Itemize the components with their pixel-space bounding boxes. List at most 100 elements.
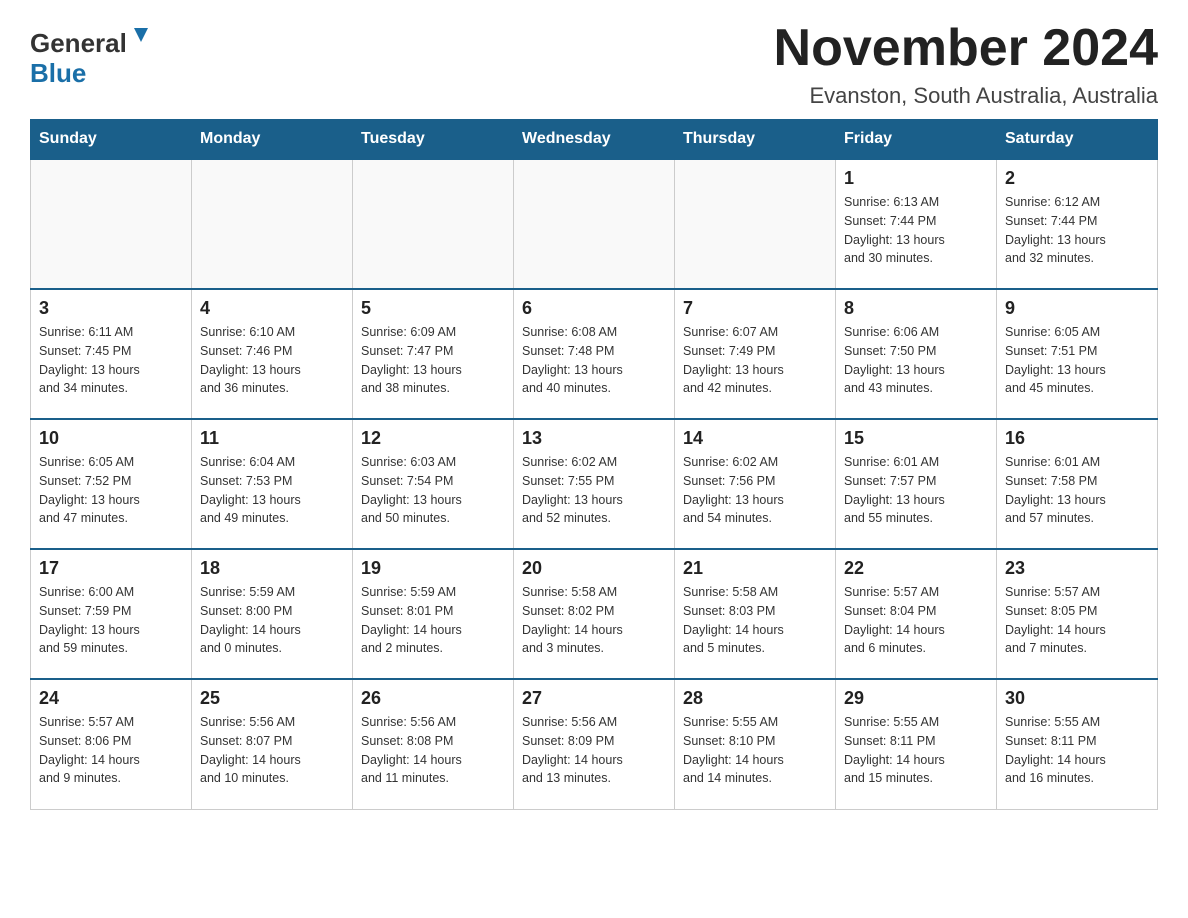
week-row-3: 10 Sunrise: 6:05 AM Sunset: 7:52 PM Dayli… bbox=[31, 419, 1158, 549]
subtitle: Evanston, South Australia, Australia bbox=[774, 83, 1158, 109]
day-info: Sunrise: 6:08 AM Sunset: 7:48 PM Dayligh… bbox=[522, 323, 666, 398]
calendar-cell: 21 Sunrise: 5:58 AM Sunset: 8:03 PM Dayli… bbox=[675, 549, 836, 679]
calendar-cell: 23Sunrise: 5:57 AM Sunset: 8:05 PM Dayli… bbox=[997, 549, 1158, 679]
day-info: Sunrise: 6:00 AM Sunset: 7:59 PM Dayligh… bbox=[39, 583, 183, 658]
calendar-cell bbox=[353, 159, 514, 289]
day-number: 11 bbox=[200, 428, 344, 449]
day-info: Sunrise: 6:12 AM Sunset: 7:44 PM Dayligh… bbox=[1005, 193, 1149, 268]
day-info: Sunrise: 5:55 AM Sunset: 8:11 PM Dayligh… bbox=[1005, 713, 1149, 788]
calendar-cell: 10 Sunrise: 6:05 AM Sunset: 7:52 PM Dayli… bbox=[31, 419, 192, 549]
calendar-cell bbox=[514, 159, 675, 289]
day-info: Sunrise: 6:13 AM Sunset: 7:44 PM Dayligh… bbox=[844, 193, 988, 268]
day-info: Sunrise: 5:57 AM Sunset: 8:04 PM Dayligh… bbox=[844, 583, 988, 658]
week-row-5: 24Sunrise: 5:57 AM Sunset: 8:06 PM Dayli… bbox=[31, 679, 1158, 809]
col-sunday: Sunday bbox=[31, 120, 192, 160]
day-number: 1 bbox=[844, 168, 988, 189]
calendar-cell: 13Sunrise: 6:02 AM Sunset: 7:55 PM Dayli… bbox=[514, 419, 675, 549]
day-info: Sunrise: 6:01 AM Sunset: 7:58 PM Dayligh… bbox=[1005, 453, 1149, 528]
col-thursday: Thursday bbox=[675, 120, 836, 160]
calendar-cell: 4 Sunrise: 6:10 AM Sunset: 7:46 PM Daylig… bbox=[192, 289, 353, 419]
day-info: Sunrise: 5:56 AM Sunset: 8:07 PM Dayligh… bbox=[200, 713, 344, 788]
svg-text:General: General bbox=[30, 28, 127, 58]
day-number: 10 bbox=[39, 428, 183, 449]
day-info: Sunrise: 6:02 AM Sunset: 7:56 PM Dayligh… bbox=[683, 453, 827, 528]
day-info: Sunrise: 5:56 AM Sunset: 8:09 PM Dayligh… bbox=[522, 713, 666, 788]
day-number: 19 bbox=[361, 558, 505, 579]
calendar-cell: 18Sunrise: 5:59 AM Sunset: 8:00 PM Dayli… bbox=[192, 549, 353, 679]
col-saturday: Saturday bbox=[997, 120, 1158, 160]
calendar-cell: 6 Sunrise: 6:08 AM Sunset: 7:48 PM Daylig… bbox=[514, 289, 675, 419]
calendar-cell: 7Sunrise: 6:07 AM Sunset: 7:49 PM Daylig… bbox=[675, 289, 836, 419]
day-number: 17 bbox=[39, 558, 183, 579]
day-number: 30 bbox=[1005, 688, 1149, 709]
col-friday: Friday bbox=[836, 120, 997, 160]
calendar-cell: 19 Sunrise: 5:59 AM Sunset: 8:01 PM Dayli… bbox=[353, 549, 514, 679]
calendar-cell: 1 Sunrise: 6:13 AM Sunset: 7:44 PM Daylig… bbox=[836, 159, 997, 289]
col-monday: Monday bbox=[192, 120, 353, 160]
logo-text: General Blue bbox=[30, 20, 160, 90]
day-number: 28 bbox=[683, 688, 827, 709]
calendar-cell: 22 Sunrise: 5:57 AM Sunset: 8:04 PM Dayli… bbox=[836, 549, 997, 679]
calendar-cell: 26 Sunrise: 5:56 AM Sunset: 8:08 PM Dayli… bbox=[353, 679, 514, 809]
svg-text:Blue: Blue bbox=[30, 58, 86, 88]
day-number: 24 bbox=[39, 688, 183, 709]
calendar-cell: 11 Sunrise: 6:04 AM Sunset: 7:53 PM Dayli… bbox=[192, 419, 353, 549]
calendar-table: Sunday Monday Tuesday Wednesday Thursday… bbox=[30, 119, 1158, 810]
calendar-cell: 5Sunrise: 6:09 AM Sunset: 7:47 PM Daylig… bbox=[353, 289, 514, 419]
day-info: Sunrise: 6:10 AM Sunset: 7:46 PM Dayligh… bbox=[200, 323, 344, 398]
day-info: Sunrise: 6:05 AM Sunset: 7:51 PM Dayligh… bbox=[1005, 323, 1149, 398]
day-info: Sunrise: 6:11 AM Sunset: 7:45 PM Dayligh… bbox=[39, 323, 183, 398]
calendar-cell bbox=[675, 159, 836, 289]
week-row-2: 3 Sunrise: 6:11 AM Sunset: 7:45 PM Daylig… bbox=[31, 289, 1158, 419]
week-row-1: 1 Sunrise: 6:13 AM Sunset: 7:44 PM Daylig… bbox=[31, 159, 1158, 289]
day-number: 9 bbox=[1005, 298, 1149, 319]
day-number: 7 bbox=[683, 298, 827, 319]
day-number: 12 bbox=[361, 428, 505, 449]
logo-svg: General Blue bbox=[30, 20, 160, 90]
day-info: Sunrise: 5:59 AM Sunset: 8:01 PM Dayligh… bbox=[361, 583, 505, 658]
header-row: Sunday Monday Tuesday Wednesday Thursday… bbox=[31, 120, 1158, 160]
day-number: 3 bbox=[39, 298, 183, 319]
calendar-cell: 12 Sunrise: 6:03 AM Sunset: 7:54 PM Dayli… bbox=[353, 419, 514, 549]
day-info: Sunrise: 5:58 AM Sunset: 8:03 PM Dayligh… bbox=[683, 583, 827, 658]
calendar-cell: 29Sunrise: 5:55 AM Sunset: 8:11 PM Dayli… bbox=[836, 679, 997, 809]
calendar-cell: 16Sunrise: 6:01 AM Sunset: 7:58 PM Dayli… bbox=[997, 419, 1158, 549]
calendar-cell: 2 Sunrise: 6:12 AM Sunset: 7:44 PM Daylig… bbox=[997, 159, 1158, 289]
day-number: 26 bbox=[361, 688, 505, 709]
day-number: 22 bbox=[844, 558, 988, 579]
calendar-cell: 28 Sunrise: 5:55 AM Sunset: 8:10 PM Dayli… bbox=[675, 679, 836, 809]
day-info: Sunrise: 6:03 AM Sunset: 7:54 PM Dayligh… bbox=[361, 453, 505, 528]
calendar-cell: 27 Sunrise: 5:56 AM Sunset: 8:09 PM Dayli… bbox=[514, 679, 675, 809]
day-number: 23 bbox=[1005, 558, 1149, 579]
day-info: Sunrise: 6:06 AM Sunset: 7:50 PM Dayligh… bbox=[844, 323, 988, 398]
col-wednesday: Wednesday bbox=[514, 120, 675, 160]
logo: General Blue bbox=[30, 20, 160, 90]
calendar-cell: 14Sunrise: 6:02 AM Sunset: 7:56 PM Dayli… bbox=[675, 419, 836, 549]
day-number: 29 bbox=[844, 688, 988, 709]
calendar-cell: 30 Sunrise: 5:55 AM Sunset: 8:11 PM Dayli… bbox=[997, 679, 1158, 809]
day-info: Sunrise: 6:01 AM Sunset: 7:57 PM Dayligh… bbox=[844, 453, 988, 528]
calendar-header: Sunday Monday Tuesday Wednesday Thursday… bbox=[31, 120, 1158, 160]
day-info: Sunrise: 6:09 AM Sunset: 7:47 PM Dayligh… bbox=[361, 323, 505, 398]
calendar-cell: 24Sunrise: 5:57 AM Sunset: 8:06 PM Dayli… bbox=[31, 679, 192, 809]
day-info: Sunrise: 6:04 AM Sunset: 7:53 PM Dayligh… bbox=[200, 453, 344, 528]
day-number: 8 bbox=[844, 298, 988, 319]
day-number: 13 bbox=[522, 428, 666, 449]
day-number: 2 bbox=[1005, 168, 1149, 189]
day-info: Sunrise: 6:05 AM Sunset: 7:52 PM Dayligh… bbox=[39, 453, 183, 528]
day-number: 4 bbox=[200, 298, 344, 319]
main-title: November 2024 bbox=[774, 20, 1158, 77]
day-number: 6 bbox=[522, 298, 666, 319]
day-info: Sunrise: 5:58 AM Sunset: 8:02 PM Dayligh… bbox=[522, 583, 666, 658]
day-number: 20 bbox=[522, 558, 666, 579]
day-number: 27 bbox=[522, 688, 666, 709]
calendar-cell: 9 Sunrise: 6:05 AM Sunset: 7:51 PM Daylig… bbox=[997, 289, 1158, 419]
col-tuesday: Tuesday bbox=[353, 120, 514, 160]
page-header: General Blue November 2024 Evanston, Sou… bbox=[30, 20, 1158, 109]
calendar-cell bbox=[192, 159, 353, 289]
day-number: 21 bbox=[683, 558, 827, 579]
calendar-cell: 3 Sunrise: 6:11 AM Sunset: 7:45 PM Daylig… bbox=[31, 289, 192, 419]
calendar-cell: 15Sunrise: 6:01 AM Sunset: 7:57 PM Dayli… bbox=[836, 419, 997, 549]
day-info: Sunrise: 5:55 AM Sunset: 8:10 PM Dayligh… bbox=[683, 713, 827, 788]
day-info: Sunrise: 5:56 AM Sunset: 8:08 PM Dayligh… bbox=[361, 713, 505, 788]
